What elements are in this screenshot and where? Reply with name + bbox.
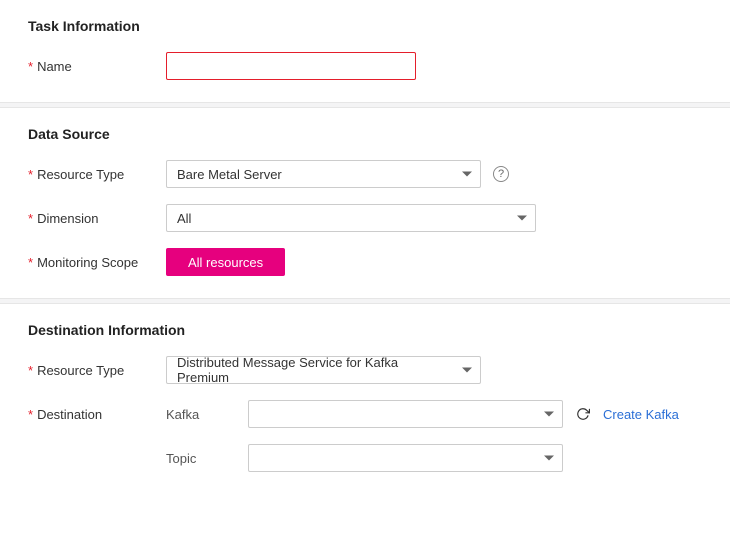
required-asterisk: * (28, 211, 33, 226)
chevron-down-icon (462, 172, 472, 177)
task-information-section: Task Information * Name (0, 0, 730, 102)
all-resources-button[interactable]: All resources (166, 248, 285, 276)
chevron-down-icon (462, 368, 472, 373)
data-source-section: Data Source * Resource Type Bare Metal S… (0, 108, 730, 298)
data-source-title: Data Source (28, 126, 702, 142)
resource-type-select[interactable]: Bare Metal Server (166, 160, 481, 188)
dest-resource-type-field-col: Distributed Message Service for Kafka Pr… (166, 356, 702, 384)
topic-select[interactable] (248, 444, 563, 472)
chevron-down-icon (544, 456, 554, 461)
kafka-select[interactable] (248, 400, 563, 428)
dimension-select[interactable]: All (166, 204, 536, 232)
dimension-label-col: * Dimension (28, 211, 166, 226)
dest-resource-type-value: Distributed Message Service for Kafka Pr… (177, 355, 452, 385)
name-label-col: * Name (28, 59, 166, 74)
destination-information-title: Destination Information (28, 322, 702, 338)
kafka-sublabel: Kafka (166, 407, 236, 422)
destination-kafka-row: * Destination Kafka Create Kafka (28, 400, 702, 428)
dimension-value: All (177, 211, 191, 226)
resource-type-label-col: * Resource Type (28, 167, 166, 182)
name-label: Name (37, 59, 72, 74)
name-row: * Name (28, 52, 702, 80)
monitoring-scope-label-col: * Monitoring Scope (28, 255, 166, 270)
monitoring-scope-label: Monitoring Scope (37, 255, 138, 270)
chevron-down-icon (544, 412, 554, 417)
dest-resource-type-row: * Resource Type Distributed Message Serv… (28, 356, 702, 384)
required-asterisk: * (28, 167, 33, 182)
monitoring-scope-field-col: All resources (166, 248, 702, 276)
destination-label-col: * Destination (28, 407, 166, 422)
topic-sublabel: Topic (166, 451, 236, 466)
help-icon[interactable]: ? (493, 166, 509, 182)
name-field-col (166, 52, 702, 80)
destination-information-section: Destination Information * Resource Type … (0, 304, 730, 494)
dest-resource-type-label: Resource Type (37, 363, 124, 378)
resource-type-row: * Resource Type Bare Metal Server ? (28, 160, 702, 188)
destination-label-col-spacer: * (28, 451, 166, 466)
dest-resource-type-select[interactable]: Distributed Message Service for Kafka Pr… (166, 356, 481, 384)
dimension-label: Dimension (37, 211, 98, 226)
monitoring-scope-row: * Monitoring Scope All resources (28, 248, 702, 276)
kafka-field-col: Kafka Create Kafka (166, 400, 702, 428)
required-asterisk: * (28, 363, 33, 378)
destination-label: Destination (37, 407, 102, 422)
resource-type-field-col: Bare Metal Server ? (166, 160, 702, 188)
dimension-row: * Dimension All (28, 204, 702, 232)
dimension-field-col: All (166, 204, 702, 232)
task-information-title: Task Information (28, 18, 702, 34)
resource-type-value: Bare Metal Server (177, 167, 282, 182)
required-asterisk: * (28, 255, 33, 270)
resource-type-label: Resource Type (37, 167, 124, 182)
required-asterisk: * (28, 59, 33, 74)
refresh-icon[interactable] (575, 406, 591, 422)
name-input[interactable] (166, 52, 416, 80)
dest-resource-type-label-col: * Resource Type (28, 363, 166, 378)
destination-topic-row: * Topic (28, 444, 702, 472)
topic-field-col: Topic (166, 444, 702, 472)
required-asterisk: * (28, 407, 33, 422)
chevron-down-icon (517, 216, 527, 221)
create-kafka-link[interactable]: Create Kafka (603, 407, 679, 422)
